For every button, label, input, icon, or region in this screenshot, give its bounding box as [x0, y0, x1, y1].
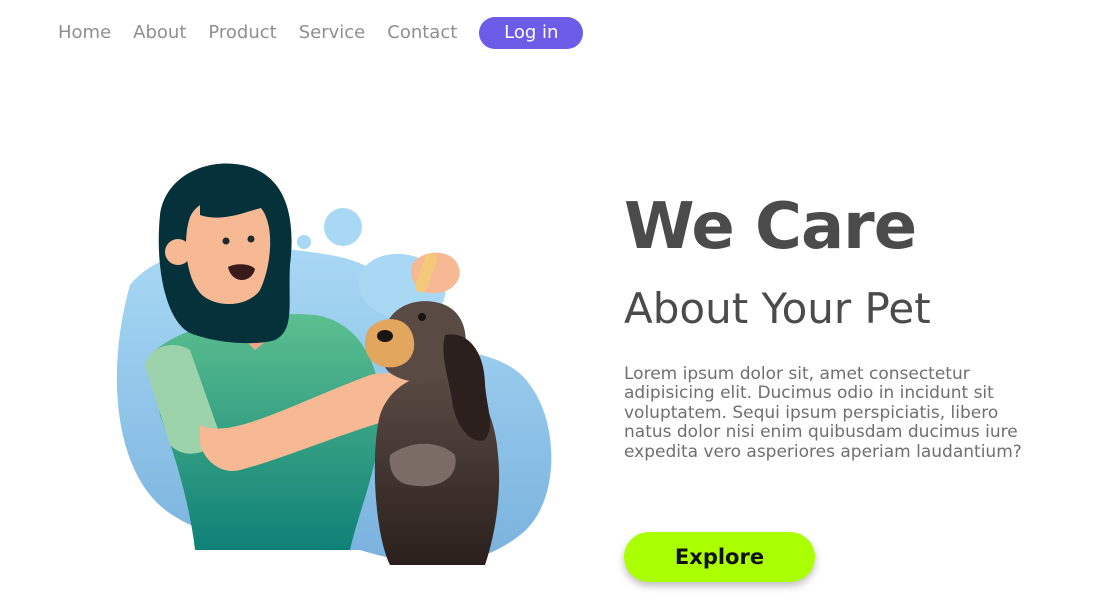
hero-title: We Care — [624, 190, 917, 264]
hero-subtitle: About Your Pet — [624, 284, 931, 333]
nav-link-contact[interactable]: Contact — [387, 17, 457, 49]
nav-link-about[interactable]: About — [133, 17, 186, 49]
login-button[interactable]: Log in — [479, 17, 584, 49]
woman-eye-left — [222, 237, 230, 245]
landing-page: Home About Product Service Contact Log i… — [0, 0, 1112, 614]
nav-link-product[interactable]: Product — [208, 17, 276, 49]
woman-with-dog-illustration — [116, 163, 552, 565]
nav-link-home[interactable]: Home — [58, 17, 111, 49]
nav-link-service[interactable]: Service — [299, 17, 366, 49]
bubble-small — [297, 235, 311, 249]
hero-description: Lorem ipsum dolor sit, amet consectetur … — [624, 364, 1022, 462]
top-nav: Home About Product Service Contact Log i… — [58, 17, 584, 49]
dog-eye — [418, 313, 426, 321]
dog-chest — [389, 443, 456, 487]
dog-muzzle — [364, 319, 415, 368]
woman-eye-right — [247, 235, 255, 243]
explore-button[interactable]: Explore — [624, 532, 815, 582]
dog-nose — [377, 330, 393, 342]
bubble-large — [324, 208, 362, 246]
woman-ear — [165, 239, 191, 265]
